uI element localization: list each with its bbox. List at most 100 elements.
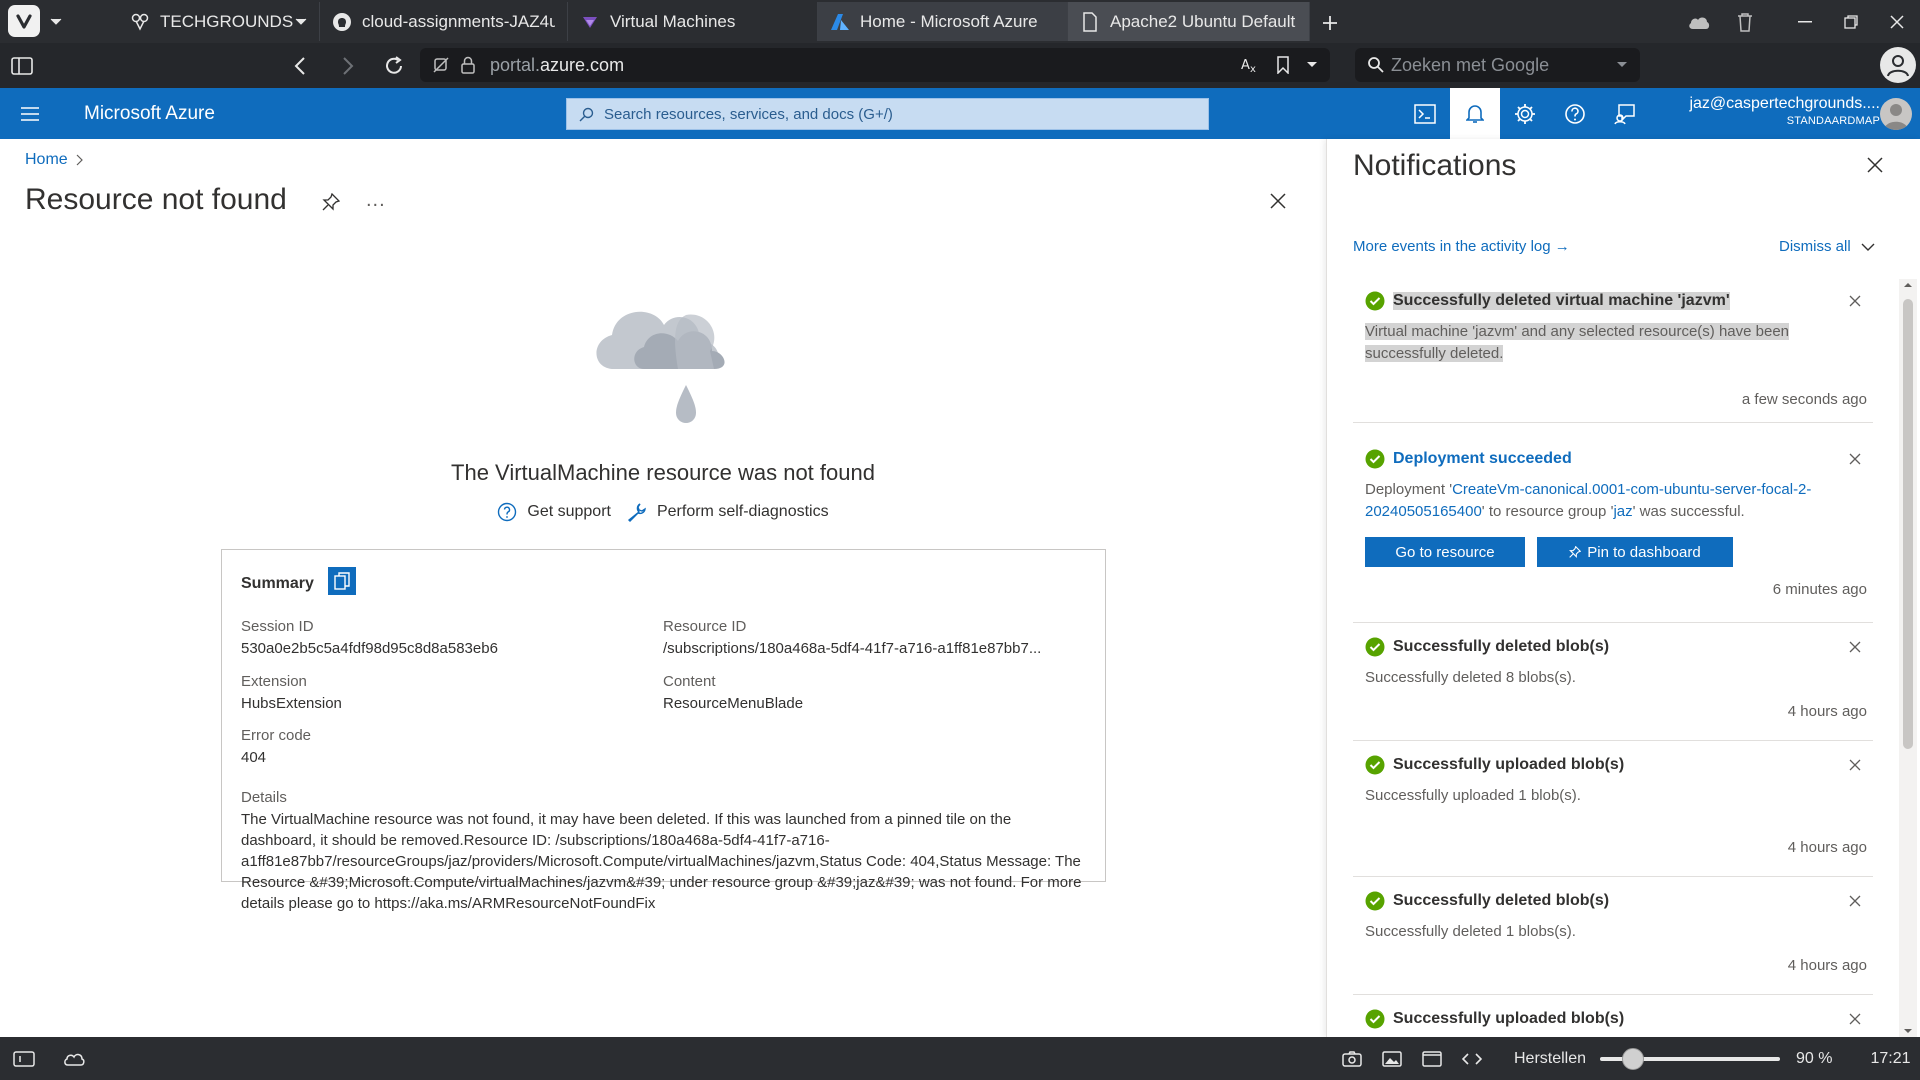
browser-tab-bar: TECHGROUNDS cloud-assignments-JAZ4u/ Vir… [0, 0, 1920, 43]
tab-menu-chevron-icon[interactable] [44, 0, 68, 43]
cloud-sync-icon[interactable] [1676, 0, 1722, 43]
get-support-link[interactable]: Get support [497, 502, 611, 522]
settings-button[interactable] [1500, 88, 1550, 139]
help-button[interactable] [1550, 88, 1600, 139]
tab-label: Virtual Machines [610, 11, 736, 31]
tab-apache[interactable]: Apache2 Ubuntu Default P [1068, 2, 1310, 41]
dismiss-notification-button[interactable] [1849, 641, 1861, 653]
notification-item[interactable]: Deployment succeeded Deployment 'CreateV… [1353, 435, 1873, 623]
notification-item[interactable]: Successfully uploaded blob(s) [1353, 995, 1873, 1037]
notification-item[interactable]: Successfully deleted blob(s) Successfull… [1353, 623, 1873, 741]
dismiss-all-button[interactable]: Dismiss all [1779, 238, 1875, 255]
zoom-slider-knob[interactable] [1622, 1047, 1645, 1070]
azure-top-bar: Microsoft Azure Search resources, servic… [0, 88, 1920, 139]
dismiss-notification-button[interactable] [1849, 453, 1861, 465]
close-window-button[interactable] [1874, 0, 1920, 43]
browser-profile-button[interactable] [1880, 47, 1916, 83]
scroll-up-icon[interactable] [1899, 279, 1917, 291]
notification-item[interactable]: Successfully uploaded blob(s) Successful… [1353, 741, 1873, 877]
notification-title: Successfully uploaded blob(s) [1393, 1010, 1625, 1027]
svg-text:x: x [1250, 64, 1256, 74]
url-field[interactable]: portal.azure.com Ax [420, 48, 1330, 82]
notification-item[interactable]: Successfully deleted virtual machine 'ja… [1353, 277, 1873, 423]
browser-search-field[interactable]: Zoeken met Google [1355, 48, 1640, 82]
not-found-message: The VirtualMachine resource was not foun… [451, 460, 875, 485]
chevron-down-icon[interactable] [1306, 61, 1318, 69]
restore-button[interactable] [1828, 0, 1874, 43]
resource-group-link[interactable]: jaz [1613, 503, 1632, 520]
notifications-button[interactable] [1450, 88, 1500, 139]
self-diagnostics-link[interactable]: Perform self-diagnostics [627, 502, 829, 522]
dismiss-notification-button[interactable] [1849, 759, 1861, 771]
self-diagnostics-label: Perform self-diagnostics [656, 503, 829, 520]
azure-search-input[interactable]: Search resources, services, and docs (G+… [566, 98, 1209, 130]
portal-menu-button[interactable] [0, 88, 60, 139]
go-to-resource-button[interactable]: Go to resource [1365, 537, 1525, 567]
tab-label: cloud-assignments-JAZ4u/ [362, 11, 555, 31]
success-check-icon [1365, 1009, 1385, 1029]
dismiss-notification-button[interactable] [1849, 1013, 1861, 1025]
close-notifications-button[interactable] [1867, 157, 1883, 173]
close-icon [1849, 453, 1861, 465]
github-icon [332, 12, 352, 32]
notification-body: Successfully uploaded 1 blob(s). [1365, 787, 1581, 804]
sync-status-button[interactable] [54, 1037, 94, 1080]
search-engine-chevron-icon[interactable] [1616, 61, 1628, 69]
panel-toggle-button[interactable] [4, 1037, 44, 1080]
dismiss-notification-button[interactable] [1849, 295, 1861, 307]
avatar[interactable] [1880, 98, 1912, 130]
feedback-button[interactable] [1600, 88, 1650, 139]
breadcrumb-home-link[interactable]: Home [25, 151, 68, 169]
dismiss-notification-button[interactable] [1849, 895, 1861, 907]
tab-virtual-machines[interactable]: Virtual Machines [568, 2, 818, 41]
scroll-down-icon[interactable] [1899, 1025, 1917, 1037]
bookmark-icon[interactable] [1276, 56, 1290, 74]
pin-blade-button[interactable] [322, 193, 340, 211]
minimize-button[interactable] [1782, 0, 1828, 43]
clock: 17:21 [1870, 1049, 1911, 1067]
new-tab-button[interactable] [1310, 2, 1350, 43]
reload-button[interactable] [374, 46, 414, 86]
account-email: jaz@caspertechgrounds.... [1689, 95, 1880, 112]
pin-to-dashboard-button[interactable]: Pin to dashboard [1537, 537, 1733, 567]
tab-github[interactable]: cloud-assignments-JAZ4u/ [320, 2, 568, 41]
trash-icon[interactable] [1722, 0, 1768, 43]
translate-icon[interactable]: Ax [1240, 56, 1260, 74]
notification-item[interactable]: Successfully deleted blob(s) Successfull… [1353, 877, 1873, 995]
plus-icon [1323, 15, 1337, 30]
resource-id-label: Resource ID [663, 618, 747, 635]
images-toggle-button[interactable] [1372, 1037, 1412, 1080]
site-settings-icon[interactable] [432, 56, 450, 74]
reload-icon [386, 55, 402, 74]
notifications-scrollbar[interactable] [1899, 279, 1917, 1037]
account-menu[interactable]: jaz@caspertechgrounds.... STANDAARDMAP [1660, 92, 1880, 134]
cloud-shell-button[interactable] [1400, 88, 1450, 139]
rain-cloud-icon [582, 285, 742, 445]
feedback-icon [1614, 103, 1635, 124]
scrollbar-thumb[interactable] [1903, 299, 1913, 749]
capture-button[interactable] [1332, 1037, 1372, 1080]
zoom-reset-button[interactable]: Herstellen [1514, 1050, 1586, 1068]
developer-tools-button[interactable] [1452, 1037, 1492, 1080]
page-tiling-button[interactable] [1412, 1037, 1452, 1080]
notification-time: 4 hours ago [1787, 957, 1867, 974]
copy-summary-button[interactable] [328, 567, 356, 595]
tab-label: Apache2 Ubuntu Default P [1110, 11, 1297, 31]
activity-log-link[interactable]: More events in the activity log → [1353, 238, 1570, 255]
close-icon [1849, 295, 1861, 307]
search-placeholder: Zoeken met Google [1391, 54, 1550, 75]
notification-title[interactable]: Deployment succeeded [1393, 450, 1572, 468]
back-button[interactable] [280, 46, 320, 86]
tab-group-techgrounds[interactable]: TECHGROUNDS [118, 2, 320, 41]
zoom-slider[interactable] [1600, 1047, 1781, 1070]
chevron-down-icon[interactable] [1861, 243, 1875, 251]
forward-button[interactable] [328, 46, 368, 86]
close-blade-button[interactable] [1270, 193, 1286, 209]
panel-toggle-button[interactable] [2, 46, 42, 86]
tab-group-chevron-icon[interactable] [295, 18, 307, 26]
more-actions-button[interactable]: ... [366, 189, 386, 212]
window-icon [1422, 1050, 1442, 1067]
vivaldi-menu-button[interactable] [8, 5, 40, 37]
tab-azure-home[interactable]: Home - Microsoft Azure [818, 2, 1068, 41]
azure-brand[interactable]: Microsoft Azure [84, 103, 215, 125]
